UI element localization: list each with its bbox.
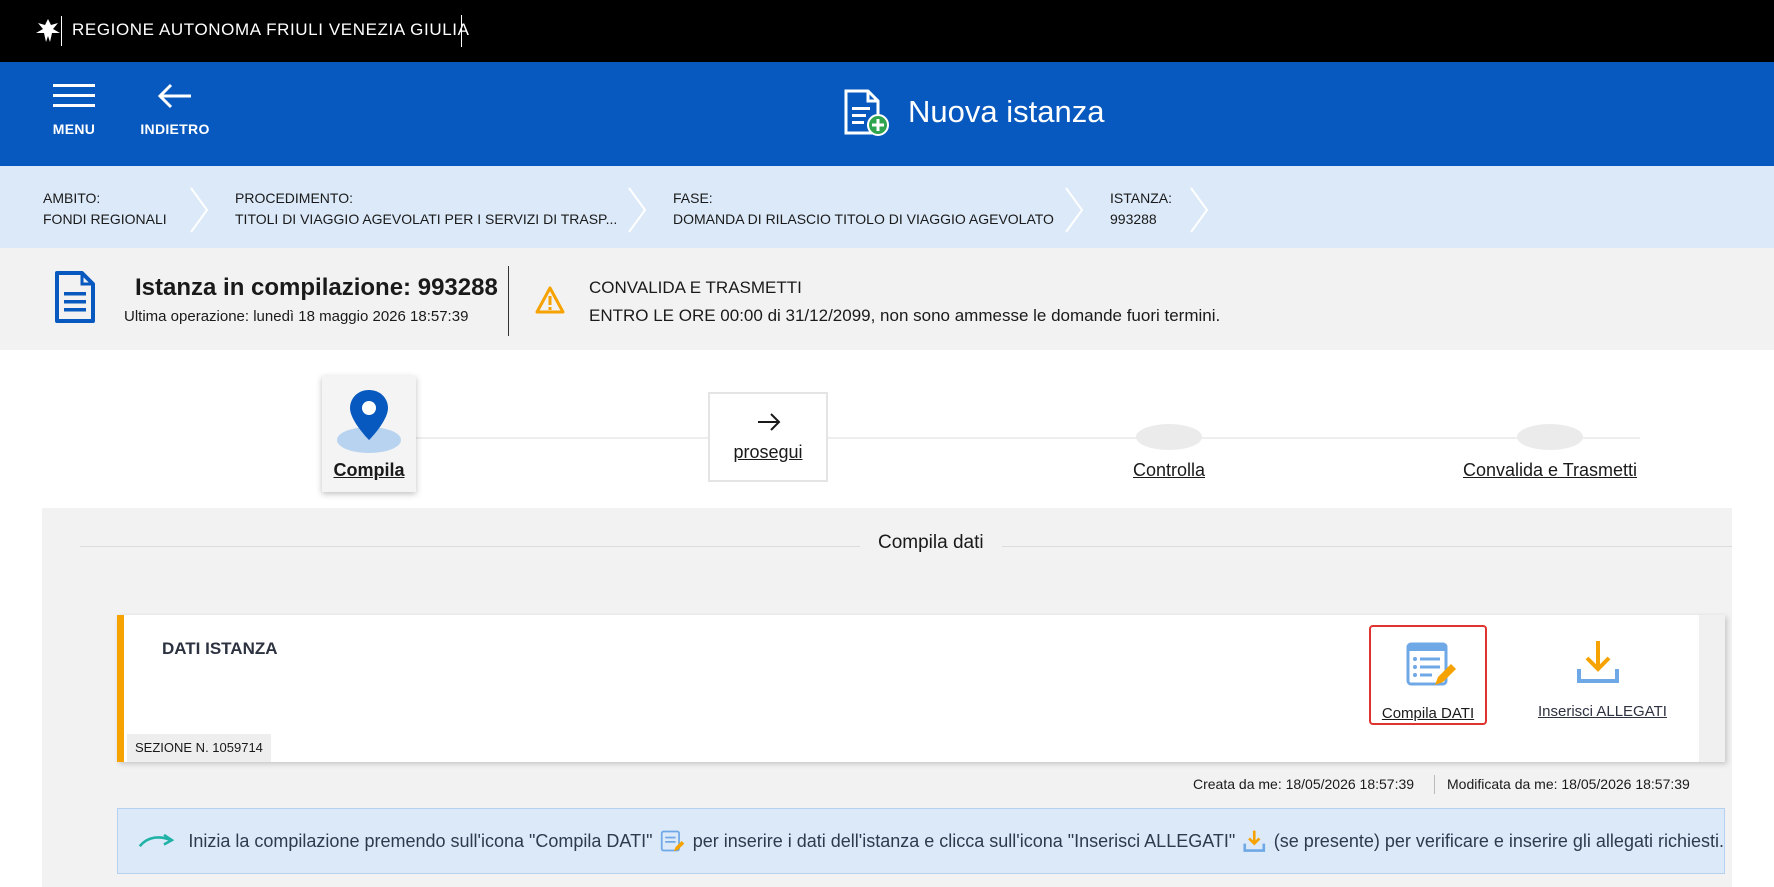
- arrow-left-icon: [157, 83, 191, 109]
- step-compila[interactable]: Compila: [322, 376, 416, 492]
- created-timestamp: Creata da me: 18/05/2026 18:57:39: [1193, 776, 1415, 792]
- breadcrumb-ambito[interactable]: AMBITO: FONDI REGIONALI: [43, 188, 167, 230]
- hamburger-icon: [53, 84, 95, 107]
- app-header: MENU INDIETRO Nuova istanza: [0, 62, 1774, 166]
- meta-divider: [1434, 775, 1435, 794]
- step-controlla-label[interactable]: Controlla: [1109, 460, 1229, 481]
- breadcrumb-istanza-value: 993288: [1110, 211, 1157, 227]
- step-controlla-dot: [1136, 424, 1202, 450]
- menu-label: MENU: [52, 121, 96, 137]
- breadcrumb-ambito-key: AMBITO:: [43, 190, 101, 206]
- inserisci-allegati-button[interactable]: Inserisci ALLEGATI: [1538, 625, 1667, 725]
- download-icon: [1243, 830, 1266, 852]
- warning-deadline-text: ENTRO LE ORE 00:00 di 31/12/2099, non so…: [589, 306, 1221, 325]
- breadcrumb-procedimento-value: TITOLI DI VIAGGIO AGEVOLATI PER I SERVIZ…: [235, 211, 618, 227]
- status-divider: [508, 266, 509, 336]
- last-operation-text: Ultima operazione: lunedì 18 maggio 2026…: [124, 308, 469, 325]
- breadcrumb-fase[interactable]: FASE: DOMANDA DI RILASCIO TITOLO DI VIAG…: [673, 188, 1054, 230]
- map-pin-icon: [337, 390, 401, 453]
- progress-stepper: Compila prosegui Controlla Convalida e T…: [0, 350, 1774, 508]
- edit-form-icon: [1406, 642, 1456, 686]
- region-name: REGIONE AUTONOMA FRIULI VENEZIA GIULIA: [72, 20, 470, 39]
- step-convalida-label[interactable]: Convalida e Trasmetti: [1440, 460, 1660, 481]
- breadcrumb-fase-key: FASE:: [673, 190, 713, 206]
- region-topbar: REGIONE AUTONOMA FRIULI VENEZIA GIULIA: [0, 0, 1774, 62]
- step-convalida-dot: [1517, 424, 1583, 450]
- instance-status-title: Istanza in compilazione: 993288: [135, 274, 498, 301]
- card-edge-shade: [1699, 615, 1725, 762]
- warning-icon: [535, 286, 565, 314]
- section-number: SEZIONE N. 1059714: [127, 734, 271, 762]
- back-button[interactable]: INDIETRO: [140, 82, 210, 137]
- breadcrumb-ambito-value: FONDI REGIONALI: [43, 211, 167, 227]
- edit-form-icon: [661, 830, 685, 852]
- hint-text-2: per inserire i dati dell'istanza e clicc…: [692, 830, 1236, 851]
- modified-timestamp: Modificata da me: 18/05/2026 18:57:39: [1447, 776, 1690, 792]
- breadcrumb-fase-value: DOMANDA DI RILASCIO TITOLO DI VIAGGIO AG…: [673, 211, 1054, 227]
- arrow-right-icon: [758, 413, 781, 431]
- breadcrumb-procedimento-key: PROCEDIMENTO:: [235, 190, 353, 206]
- step-compila-label: Compila: [333, 460, 405, 480]
- step-prosegui[interactable]: prosegui: [708, 392, 828, 482]
- hint-text-1: Inizia la compilazione premendo sull'ico…: [188, 830, 653, 851]
- hint-text-3: (se presente) per verificare e inserire …: [1273, 830, 1724, 851]
- chevron-right-icon: [1065, 187, 1084, 233]
- inserisci-allegati-label: Inserisci ALLEGATI: [1538, 703, 1667, 720]
- chevron-right-icon: [190, 187, 209, 233]
- download-icon: [1577, 641, 1619, 683]
- topbar-divider: [461, 15, 462, 47]
- breadcrumb-istanza[interactable]: ISTANZA: 993288: [1110, 188, 1172, 230]
- breadcrumb: AMBITO: FONDI REGIONALI PROCEDIMENTO: TI…: [0, 166, 1774, 248]
- page-title-text: Nuova istanza: [908, 94, 1105, 129]
- chevron-right-icon: [628, 187, 647, 233]
- breadcrumb-istanza-key: ISTANZA:: [1110, 190, 1172, 206]
- breadcrumb-procedimento[interactable]: PROCEDIMENTO: TITOLI DI VIAGGIO AGEVOLAT…: [235, 188, 617, 230]
- stepper-line: [410, 437, 1640, 439]
- dati-istanza-card: DATI ISTANZA SEZIONE N. 1059714 Compila …: [117, 615, 1725, 762]
- instance-status-bar: Istanza in compilazione: 993288 Ultima o…: [0, 248, 1774, 350]
- warning-title: CONVALIDA E TRASMETTI: [589, 278, 802, 297]
- region-eagle-logo-icon: [36, 16, 62, 46]
- document-icon: [55, 271, 95, 323]
- new-document-icon: [844, 89, 889, 136]
- card-title: DATI ISTANZA: [162, 639, 278, 658]
- chevron-right-icon: [1190, 187, 1209, 233]
- panel-title: Compila dati: [860, 532, 1002, 554]
- back-label: INDIETRO: [140, 121, 210, 137]
- step-prosegui-label: prosegui: [733, 442, 803, 462]
- compila-dati-label: Compila DATI: [1381, 705, 1475, 722]
- page-title: Nuova istanza: [842, 82, 1104, 142]
- info-hint-box: Inizia la compilazione premendo sull'ico…: [117, 808, 1725, 874]
- menu-button[interactable]: MENU: [44, 82, 104, 137]
- curved-arrow-icon: [138, 833, 175, 848]
- compila-dati-button[interactable]: Compila DATI: [1369, 625, 1487, 725]
